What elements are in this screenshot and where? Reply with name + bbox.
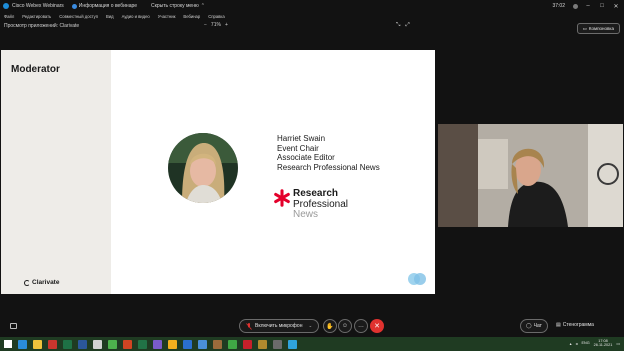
- zoom-in-button[interactable]: +: [225, 22, 228, 28]
- chevron-up-icon[interactable]: ⌃: [201, 3, 205, 9]
- sticky-notes-icon[interactable]: [168, 339, 177, 349]
- chat-label: Чат: [533, 323, 542, 329]
- logo-line: Research: [293, 188, 339, 199]
- raise-hand-button[interactable]: ✋: [323, 319, 337, 333]
- layout-button[interactable]: ▭ Компоновка: [576, 23, 620, 34]
- leave-meeting-button[interactable]: ✕: [370, 319, 384, 333]
- chrome-icon[interactable]: [108, 339, 117, 349]
- app-icon[interactable]: [213, 339, 222, 349]
- info-icon: [71, 3, 77, 9]
- menu-bar: Файл Редактировать Совместный доступ Вид…: [0, 12, 225, 21]
- webex-window: Cisco Webex Webinars Информация о вебина…: [0, 0, 624, 337]
- muted-mic-icon: [246, 322, 252, 330]
- system-tray: ▴ ◂ ENG 17:08 26.11.2021 ▭: [570, 339, 620, 348]
- word-icon[interactable]: [78, 339, 87, 349]
- speaker-details: Harriet Swain Event Chair Associate Edit…: [277, 134, 380, 172]
- layout-icon: ▭: [582, 25, 587, 31]
- unmute-label: Включить микрофон: [255, 323, 303, 329]
- volume-icon[interactable]: ◂: [576, 341, 578, 346]
- menu-help[interactable]: Справка: [208, 14, 224, 19]
- chevron-down-icon[interactable]: ⌄: [308, 323, 312, 329]
- clock[interactable]: 17:08 26.11.2021: [594, 339, 613, 348]
- menu-file[interactable]: Файл: [4, 14, 14, 19]
- notepad-icon[interactable]: [93, 339, 102, 349]
- speaker-name: Harriet Swain: [277, 134, 326, 143]
- app-icon[interactable]: [273, 339, 282, 349]
- notifications-icon[interactable]: ▭: [616, 341, 620, 346]
- minimize-button[interactable]: –: [584, 3, 592, 9]
- meeting-controls: Включить микрофон ⌄ ✋ ☺ … ✕ ◯ Чат ▤ Стен…: [0, 318, 624, 336]
- clarivate-wordmark: Clarivate: [32, 279, 60, 286]
- language-indicator[interactable]: ENG: [581, 341, 589, 345]
- windows-start-icon[interactable]: [4, 340, 12, 348]
- ellipsis-icon: …: [358, 323, 364, 329]
- title-bar: Cisco Webex Webinars Информация о вебина…: [0, 0, 624, 12]
- shared-slide: Moderator Clarivate Harriet Swain Event …: [1, 50, 435, 294]
- outlook-icon[interactable]: [183, 339, 192, 349]
- webex-watermark-icon: [408, 273, 426, 285]
- connection-status-icon: [573, 3, 578, 9]
- app-icon[interactable]: [228, 339, 237, 349]
- participant-video[interactable]: [438, 124, 623, 227]
- file-explorer-icon[interactable]: [33, 339, 42, 349]
- menu-audio-video[interactable]: Аудио и видео: [122, 14, 150, 19]
- transcript-icon: ▤: [556, 322, 561, 328]
- speaker-organization: Research Professional News: [277, 162, 380, 172]
- unmute-button[interactable]: Включить микрофон ⌄: [239, 319, 319, 333]
- speaker-role: Event Chair: [277, 143, 319, 153]
- meeting-timer: 37:02: [552, 3, 565, 9]
- hand-icon: ✋: [326, 323, 334, 330]
- webex-app-icon: [3, 3, 9, 9]
- speaker-role: Associate Editor: [277, 153, 335, 163]
- app-icon[interactable]: [243, 339, 252, 349]
- spreadsheet-icon[interactable]: [138, 339, 147, 349]
- zoom-level: 71%: [210, 22, 221, 28]
- layout-label: Компоновка: [588, 26, 614, 31]
- hide-menu-bar-button[interactable]: Скрыть строку меню: [151, 3, 199, 9]
- webinar-info-link[interactable]: Информация о вебинаре: [79, 3, 137, 9]
- chat-bubble-icon: ◯: [526, 323, 532, 329]
- menu-webinar[interactable]: Вебинар: [183, 14, 200, 19]
- clarivate-logo: Clarivate: [24, 279, 59, 286]
- skype-icon[interactable]: [198, 339, 207, 349]
- close-icon: ✕: [374, 323, 380, 330]
- transcript-button[interactable]: ▤ Стенограмма: [556, 322, 594, 328]
- transcript-label: Стенограмма: [562, 322, 594, 328]
- network-icon[interactable]: ▴: [570, 341, 572, 346]
- acrobat-icon[interactable]: [48, 339, 57, 349]
- excel-icon[interactable]: [63, 339, 72, 349]
- zoom-out-button[interactable]: −: [204, 22, 207, 28]
- share-toolbar: Просмотр приложений: Clarivate − 71% + ⤡…: [0, 21, 624, 33]
- smiley-icon: ☺: [341, 323, 349, 329]
- logo-line: News: [293, 209, 319, 220]
- captions-icon[interactable]: [10, 323, 17, 329]
- slide-heading: Moderator: [11, 64, 60, 75]
- speaker-photo: [168, 133, 238, 203]
- collapse-icon[interactable]: ⤡: [396, 22, 400, 29]
- menu-participant[interactable]: Участник: [158, 14, 176, 19]
- share-view-controls: ⤡ ⤢: [396, 22, 410, 29]
- more-options-button[interactable]: …: [354, 319, 368, 333]
- clarivate-mark-icon: [24, 279, 30, 286]
- app-title: Cisco Webex Webinars: [12, 3, 64, 9]
- reactions-button[interactable]: ☺: [338, 319, 352, 333]
- chat-button[interactable]: ◯ Чат: [520, 319, 548, 333]
- menu-view[interactable]: Вид: [106, 14, 114, 19]
- slide-sidebar: [1, 50, 111, 294]
- fullscreen-icon[interactable]: ⤢: [405, 22, 409, 29]
- windows-taskbar: ▴ ◂ ENG 17:08 26.11.2021 ▭: [0, 337, 624, 351]
- webex-taskbar-icon[interactable]: [288, 339, 297, 349]
- close-button[interactable]: ✕: [612, 3, 620, 10]
- powerpoint-icon[interactable]: [123, 339, 132, 349]
- share-title: Просмотр приложений: Clarivate: [4, 23, 80, 29]
- onenote-icon[interactable]: [153, 339, 162, 349]
- menu-share[interactable]: Совместный доступ: [59, 14, 98, 19]
- menu-edit[interactable]: Редактировать: [22, 14, 51, 19]
- clock-date: 26.11.2021: [593, 343, 613, 348]
- zoom-control: − 71% +: [204, 22, 228, 28]
- edge-icon[interactable]: [18, 339, 27, 349]
- app-icon[interactable]: [258, 339, 267, 349]
- asterisk-icon: [274, 189, 290, 207]
- maximize-button[interactable]: □: [598, 3, 606, 9]
